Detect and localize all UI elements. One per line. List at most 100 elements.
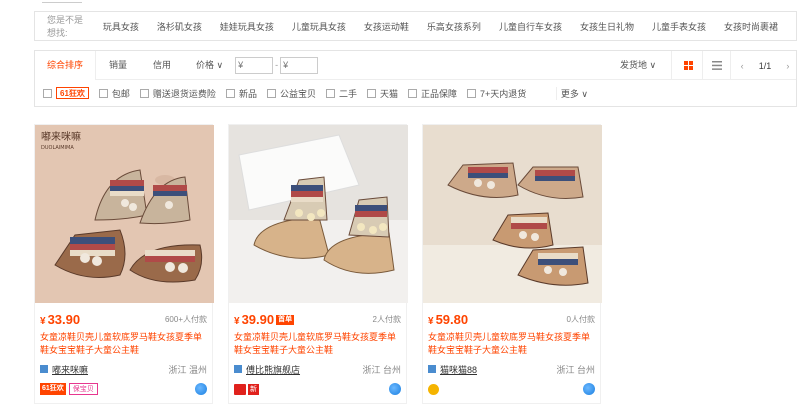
checkbox[interactable] xyxy=(325,88,335,98)
ship-from-dropdown[interactable]: 发货地 ∨ xyxy=(620,51,672,80)
currency-symbol: ¥ xyxy=(428,315,434,327)
shop-link[interactable]: 傅比熊旗舰店 xyxy=(234,363,300,376)
grid-icon xyxy=(684,61,693,70)
deal-count: 0人付款 xyxy=(566,314,595,324)
product-card[interactable]: ¥59.80 0人付款 女童凉鞋贝壳儿童软底罗马鞋女孩夏季单鞋女宝宝鞋子大童公主… xyxy=(422,124,602,404)
more-filters-button[interactable]: 更多 ∨ xyxy=(555,87,588,100)
price-separator: - xyxy=(275,60,279,70)
badge-row: 新 xyxy=(234,381,401,397)
promo-61-badge: 61狂欢 xyxy=(56,87,89,99)
badges: 新 xyxy=(234,383,259,395)
suggestion-item[interactable]: 儿童自行车女孩 xyxy=(499,20,562,33)
shop-name: 嘟来咪嘛 xyxy=(52,364,89,375)
filter-secondhand[interactable]: 二手 xyxy=(325,87,357,100)
suggestion-item[interactable]: 女孩运动鞋 xyxy=(364,20,409,33)
deal-count: 2人付款 xyxy=(372,314,401,324)
filter-label: 7+天内退货 xyxy=(480,88,527,99)
product-info: ¥33.90 600+人付款 女童凉鞋贝壳儿童软底罗马鞋女孩夏季单鞋女宝宝鞋子大… xyxy=(35,307,212,397)
product-price: ¥39.90 首单 xyxy=(234,311,295,327)
grid-view-button[interactable] xyxy=(675,51,703,80)
wangwang-chat-icon[interactable] xyxy=(583,383,595,395)
checkbox[interactable] xyxy=(139,88,149,98)
product-image[interactable]: 嘟来咪嘛 DUOLAIMIMA xyxy=(35,125,214,303)
shop-row: 嘟来咪嘛 浙江 温州 xyxy=(40,361,207,377)
suggestion-bar: 您是不是想找: 玩具女孩 洛杉矶女孩 娃娃玩具女孩 儿童玩具女孩 女孩运动鞋 乐… xyxy=(34,11,797,41)
next-page-icon[interactable]: › xyxy=(786,61,789,71)
location: 浙江 台州 xyxy=(556,364,595,375)
wangwang-chat-icon[interactable] xyxy=(195,383,207,395)
new-badge: 新 xyxy=(248,383,259,395)
wangwang-chat-icon[interactable] xyxy=(389,383,401,395)
price-row: ¥33.90 600+人付款 xyxy=(40,307,207,331)
page-number: 1/1 xyxy=(758,60,772,71)
sort-tab-credit[interactable]: 信用 xyxy=(140,51,184,80)
pager: ‹ 1/1 › xyxy=(733,51,797,80)
suggestion-item[interactable]: 女孩时尚裹裙 xyxy=(724,20,778,33)
shop-link[interactable]: 猫咪猫88 xyxy=(428,363,477,376)
shop-link[interactable]: 嘟来咪嘛 xyxy=(40,363,88,376)
checkbox[interactable] xyxy=(98,88,108,98)
price-max-input[interactable] xyxy=(280,56,319,74)
suggestion-label: 您是不是想找: xyxy=(47,15,84,38)
checkbox[interactable] xyxy=(266,88,276,98)
shop-icon xyxy=(428,365,436,373)
crown-icon xyxy=(428,383,439,395)
location: 浙江 温州 xyxy=(168,364,207,375)
filter-charity[interactable]: 公益宝贝 xyxy=(266,87,316,100)
filter-tmall[interactable]: 天猫 xyxy=(366,87,398,100)
filter-new[interactable]: 新品 xyxy=(225,87,257,100)
sort-tab-default[interactable]: 综合排序 xyxy=(35,50,97,80)
filter-free-shipping[interactable]: 包邮 xyxy=(98,87,130,100)
checkbox[interactable] xyxy=(366,88,376,98)
shop-row: 猫咪猫88 浙江 台州 xyxy=(428,361,595,377)
suggestion-item[interactable]: 女孩生日礼物 xyxy=(580,20,634,33)
filter-7day-return[interactable]: 7+天内退货 xyxy=(467,87,526,100)
sort-tab-sales[interactable]: 销量 xyxy=(96,51,140,80)
suggestion-item[interactable]: 儿童玩具女孩 xyxy=(292,20,346,33)
badges: 61狂欢 保宝贝 xyxy=(40,383,98,395)
sort-tab-price-label: 价格 xyxy=(196,59,215,70)
checkbox[interactable] xyxy=(467,88,477,98)
currency-symbol: ¥ xyxy=(40,315,46,327)
suggestion-item[interactable]: 洛杉矶女孩 xyxy=(157,20,202,33)
list-view-button[interactable] xyxy=(703,51,731,80)
prev-page-icon[interactable]: ‹ xyxy=(741,61,744,71)
price-value: 39.90 xyxy=(241,311,275,327)
filter-return-insurance[interactable]: 赠送退货运费险 xyxy=(139,87,216,100)
shop-name: 猫咪猫88 xyxy=(440,364,478,375)
first-order-badge: 首单 xyxy=(276,315,295,326)
chevron-down-icon: ∨ xyxy=(581,89,588,99)
checkbox[interactable] xyxy=(225,88,235,98)
chevron-down-icon: ∨ xyxy=(649,60,657,70)
checkbox[interactable] xyxy=(408,88,417,98)
checkbox[interactable] xyxy=(43,88,52,98)
guarantee-badge: 保宝贝 xyxy=(68,383,98,395)
price-value: 33.90 xyxy=(47,311,81,327)
gift-icon xyxy=(234,383,246,395)
filter-panel: 综合排序 销量 信用 价格 ∨ - 发货地 ∨ ‹ 1/1 › 61狂欢 包邮 … xyxy=(34,50,797,107)
badges xyxy=(428,383,439,395)
badge-row xyxy=(428,381,595,397)
price-row: ¥39.90 首单 2人付款 xyxy=(234,307,401,331)
filter-61-promo[interactable]: 61狂欢 xyxy=(43,87,89,99)
suggestion-item[interactable]: 乐高女孩系列 xyxy=(427,20,481,33)
product-title[interactable]: 女童凉鞋贝壳儿童软底罗马鞋女孩夏季单鞋女宝宝鞋子大童公主鞋 xyxy=(428,331,595,359)
suggestion-item[interactable]: 儿童手表女孩 xyxy=(652,20,706,33)
shop-icon xyxy=(234,365,242,373)
sort-tab-price[interactable]: 价格 ∨ xyxy=(184,51,235,80)
product-image[interactable] xyxy=(423,125,602,303)
product-title[interactable]: 女童凉鞋贝壳儿童软底罗马鞋女孩夏季单鞋女宝宝鞋子大童公主鞋 xyxy=(234,331,401,359)
product-image[interactable] xyxy=(229,125,408,303)
badge-row: 61狂欢 保宝贝 xyxy=(40,381,207,397)
shop-icon xyxy=(40,365,48,373)
product-title[interactable]: 女童凉鞋贝壳儿童软底罗马鞋女孩夏季单鞋女宝宝鞋子大童公主鞋 xyxy=(40,331,207,359)
filter-genuine[interactable]: 正品保障 xyxy=(408,87,457,100)
suggestion-item[interactable]: 玩具女孩 xyxy=(103,20,139,33)
product-card[interactable]: ¥39.90 首单 2人付款 女童凉鞋贝壳儿童软底罗马鞋女孩夏季单鞋女宝宝鞋子大童… xyxy=(228,124,408,404)
chevron-down-icon: ∨ xyxy=(216,59,224,70)
suggestion-item[interactable]: 娃娃玩具女孩 xyxy=(220,20,274,33)
price-min-input[interactable] xyxy=(235,56,274,74)
product-card[interactable]: 嘟来咪嘛 DUOLAIMIMA ¥33.90 600+人付款 女童凉鞋贝壳儿童软… xyxy=(34,124,214,404)
top-strip xyxy=(0,0,800,8)
deal-count: 600+人付款 xyxy=(164,314,207,324)
